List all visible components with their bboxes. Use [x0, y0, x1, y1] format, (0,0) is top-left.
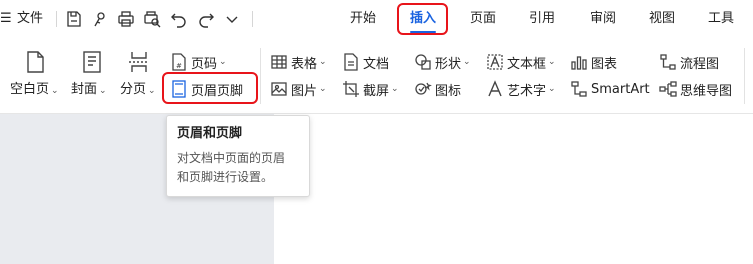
chart-icon	[570, 53, 588, 71]
tab-review[interactable]: 审阅	[590, 9, 616, 29]
mindmap-icon	[659, 80, 677, 98]
picture-icon	[270, 80, 288, 98]
blank-page-icon[interactable]	[23, 50, 47, 74]
divider	[260, 48, 261, 104]
tab-insert[interactable]: 插入	[410, 9, 436, 29]
shape-label: 形状	[435, 56, 462, 72]
icon-library-button[interactable]: 图标	[414, 78, 461, 100]
tab-tools[interactable]: 工具	[708, 9, 734, 29]
tab-view[interactable]: 视图	[649, 9, 675, 29]
divider	[56, 11, 57, 27]
tab-references[interactable]: 引用	[529, 9, 555, 29]
svg-text:#: #	[176, 62, 182, 70]
screenshot-button[interactable]: 截屏 ⌄	[342, 78, 399, 100]
tooltip-description: 对文档中页面的页眉 和页脚进行设置。	[177, 149, 299, 187]
chevron-down-icon: ⌄	[99, 86, 107, 96]
screenshot-icon	[342, 80, 360, 98]
page-break-icon[interactable]	[127, 50, 151, 74]
chevron-down-icon: ⌄	[463, 57, 471, 67]
mindmap-label: 思维导图	[680, 83, 733, 99]
smartart-label: SmartArt	[591, 81, 650, 97]
cover-label: 封面	[71, 82, 98, 97]
document-workspace	[0, 114, 753, 264]
divider	[252, 11, 253, 27]
more-dropdown-icon[interactable]	[223, 10, 241, 28]
cover-icon[interactable]	[80, 50, 104, 74]
file-menu[interactable]: 文件	[17, 9, 43, 29]
shape-icon	[414, 53, 432, 71]
page-number-icon: #	[170, 53, 188, 71]
icon-library-icon	[414, 80, 432, 98]
mindmap-button[interactable]: 思维导图	[659, 78, 732, 100]
header-footer-label: 页眉页脚	[191, 83, 244, 99]
wordart-icon	[486, 80, 504, 98]
ribbon-toolbar	[0, 38, 753, 114]
share-icon[interactable]	[91, 10, 109, 28]
page-break-label: 分页	[120, 82, 147, 97]
tab-home[interactable]: 开始	[350, 9, 376, 29]
document-label: 文档	[363, 56, 390, 72]
document-button[interactable]: 文档	[342, 51, 389, 73]
redo-icon[interactable]	[197, 10, 215, 28]
cover-button[interactable]: 封面 ⌄	[71, 78, 107, 97]
page-break-button[interactable]: 分页 ⌄	[120, 78, 156, 97]
tab-page[interactable]: 页面	[470, 9, 496, 29]
blank-page-button[interactable]: 空白页 ⌄	[10, 78, 59, 97]
tooltip-title: 页眉和页脚	[177, 126, 243, 141]
chevron-down-icon: ⌄	[148, 86, 156, 96]
document-icon	[342, 53, 360, 71]
table-label: 表格	[291, 56, 318, 72]
wordart-label: 艺术字	[507, 83, 547, 99]
chevron-down-icon: ⌄	[219, 57, 227, 67]
textbox-button[interactable]: 文本框 ⌄	[486, 51, 556, 73]
chart-button[interactable]: 图表	[570, 51, 617, 73]
icon-library-label: 图标	[435, 83, 462, 99]
flowchart-label: 流程图	[680, 56, 720, 72]
blank-page-label: 空白页	[10, 82, 50, 97]
title-bar: ☰ 文件 开始 插入 页面 引用 审阅 视图 工具	[0, 0, 753, 38]
chevron-down-icon: ⌄	[319, 57, 327, 67]
undo-icon[interactable]	[170, 10, 188, 28]
tooltip-line: 和页脚进行设置。	[177, 170, 274, 184]
picture-label: 图片	[291, 83, 318, 99]
save-icon[interactable]	[65, 10, 83, 28]
chevron-down-icon: ⌄	[391, 84, 399, 94]
header-footer-icon	[170, 80, 188, 98]
wordart-button[interactable]: 艺术字 ⌄	[486, 78, 556, 100]
print-icon[interactable]	[117, 10, 135, 28]
chevron-down-icon: ⌄	[51, 86, 59, 96]
header-footer-tooltip: 页眉和页脚 对文档中页面的页眉 和页脚进行设置。	[166, 115, 310, 197]
active-tab-underline	[410, 31, 436, 33]
print-preview-icon[interactable]	[143, 10, 161, 28]
page-number-label: 页码	[191, 56, 218, 72]
textbox-label: 文本框	[507, 56, 547, 72]
table-button[interactable]: 表格 ⌄	[270, 51, 327, 73]
table-icon	[270, 53, 288, 71]
tooltip-line: 对文档中页面的页眉	[177, 151, 286, 165]
chart-label: 图表	[591, 56, 618, 72]
divider	[744, 48, 745, 104]
chevron-down-icon: ⌄	[548, 57, 556, 67]
smartart-icon	[570, 80, 588, 98]
flowchart-button[interactable]: 流程图	[659, 51, 719, 73]
textbox-icon	[486, 53, 504, 71]
chevron-down-icon: ⌄	[548, 84, 556, 94]
shape-button[interactable]: 形状 ⌄	[414, 51, 471, 73]
chevron-down-icon: ⌄	[319, 84, 327, 94]
picture-button[interactable]: 图片 ⌄	[270, 78, 327, 100]
page-number-button[interactable]: # 页码 ⌄	[170, 51, 227, 73]
smartart-button[interactable]: SmartArt	[570, 78, 650, 100]
flowchart-icon	[659, 53, 677, 71]
menu-icon[interactable]: ☰	[0, 9, 12, 29]
screenshot-label: 截屏	[363, 83, 390, 99]
header-footer-button[interactable]: 页眉页脚	[170, 78, 243, 100]
